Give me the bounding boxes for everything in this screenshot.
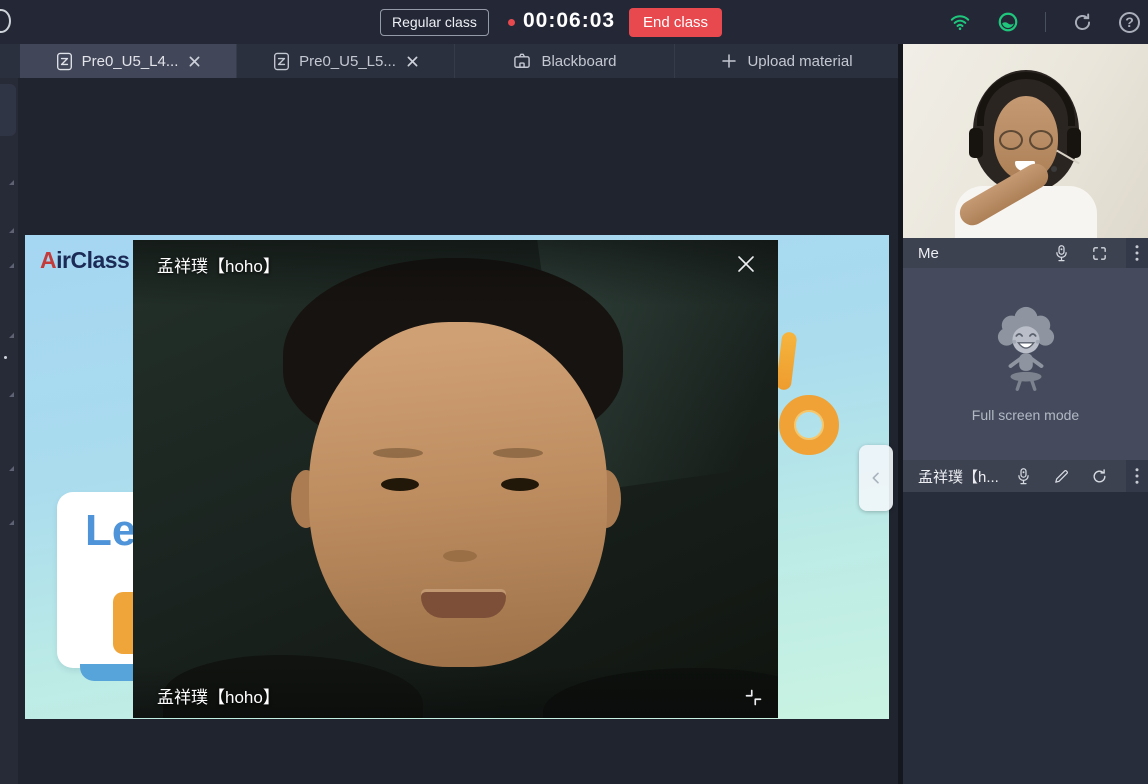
teacher-video	[903, 44, 1148, 238]
student-video-slot: Full screen mode	[903, 268, 1148, 460]
cropped-icon	[0, 9, 11, 33]
me-row-controls	[1053, 244, 1116, 263]
refresh-icon[interactable]	[1091, 468, 1108, 485]
fullscreen-icon[interactable]	[1091, 245, 1108, 262]
top-bar: Regular class 00:06:03 End class	[0, 0, 1148, 44]
exit-fullscreen-icon[interactable]	[743, 687, 764, 708]
tab-bar: Pre0_U5_L4... Pre0_U5_L5...	[0, 44, 898, 78]
active-tool-button[interactable]	[0, 84, 16, 136]
student-eyebrow	[493, 448, 543, 458]
teacher-glasses	[999, 130, 1023, 150]
chevron-left-icon	[868, 470, 884, 486]
wifi-icon	[949, 11, 971, 33]
right-sidebar: Me	[898, 44, 1148, 784]
tabbar-spacer	[0, 44, 20, 78]
headphone-earcup	[969, 128, 983, 158]
courseware-orange-zero	[779, 395, 839, 455]
tab-close-icon[interactable]	[189, 56, 200, 67]
microphone-icon[interactable]	[1053, 244, 1070, 263]
tool-expand-marker	[9, 333, 14, 338]
student-more-menu[interactable]	[1126, 460, 1148, 492]
close-video-icon[interactable]	[734, 252, 758, 276]
student-eyebrow	[373, 448, 423, 458]
tool-expand-marker	[9, 263, 14, 268]
kebab-icon	[1135, 468, 1139, 484]
courseware-card-text: Le	[85, 506, 136, 556]
recording-dot-icon	[508, 19, 515, 26]
student-mouth	[421, 592, 506, 618]
pencil-icon[interactable]	[1053, 468, 1070, 485]
end-class-button[interactable]: End class	[629, 8, 722, 37]
tab-courseware-1[interactable]: Pre0_U5_L4...	[20, 44, 237, 78]
teacher-glasses	[1029, 130, 1053, 150]
student-row: 孟祥璞【h...	[903, 460, 1148, 492]
headphone-band-icon	[977, 72, 1075, 126]
topbar-status-icons: ?	[949, 0, 1140, 44]
upload-material-button[interactable]: Upload material	[675, 44, 898, 78]
student-name-label-top: 孟祥璞【hoho】	[157, 252, 280, 277]
tab-courseware-2[interactable]: Pre0_U5_L5...	[237, 44, 455, 78]
headset-mic-tip	[1051, 166, 1057, 172]
regular-class-button[interactable]: Regular class	[380, 9, 489, 36]
tab-label: Pre0_U5_L5...	[299, 53, 396, 70]
document-icon	[56, 52, 73, 71]
me-row: Me	[903, 238, 1148, 268]
tab-blackboard[interactable]: Blackboard	[455, 44, 675, 78]
tab-label: Upload material	[747, 53, 852, 70]
topbar-divider	[1045, 12, 1046, 32]
network-quality-icon	[997, 11, 1019, 33]
document-icon	[273, 52, 290, 71]
tool-expand-marker	[9, 466, 14, 471]
tool-expand-marker	[9, 520, 14, 525]
help-icon[interactable]: ?	[1119, 12, 1140, 33]
airclass-logo-text: AirClass	[40, 247, 129, 274]
fullscreen-mode-text: Full screen mode	[972, 407, 1079, 423]
tool-expand-marker	[9, 392, 14, 397]
student-name-label: 孟祥璞【h...	[918, 466, 999, 487]
collapse-panel-handle[interactable]	[859, 445, 893, 511]
me-more-menu[interactable]	[1126, 238, 1148, 268]
tab-close-icon[interactable]	[407, 56, 418, 67]
student-row-controls	[1015, 467, 1116, 486]
headphone-earcup	[1067, 128, 1081, 158]
tool-expand-marker	[9, 228, 14, 233]
app-window: Regular class 00:06:03 End class	[0, 0, 1148, 784]
student-eye	[381, 478, 419, 491]
courseware-orange-bar	[776, 331, 798, 390]
blackboard-icon	[512, 51, 532, 71]
tab-label: Blackboard	[541, 53, 616, 70]
tool-color-dot	[4, 356, 7, 359]
student-nose	[443, 550, 477, 562]
student-video-maximized: 孟祥璞【hoho】 孟祥璞【hoho】	[133, 240, 778, 718]
kebab-icon	[1135, 245, 1139, 261]
plus-icon	[720, 52, 738, 70]
drawing-toolbar[interactable]	[0, 78, 18, 784]
tab-label: Pre0_U5_L4...	[82, 53, 179, 70]
student-eye	[501, 478, 539, 491]
student-name-label-bottom: 孟祥璞【hoho】	[157, 683, 280, 708]
sidebar-empty-area	[903, 492, 1148, 784]
tool-expand-marker	[9, 180, 14, 185]
microphone-icon[interactable]	[1015, 467, 1032, 486]
refresh-icon[interactable]	[1072, 12, 1093, 33]
kid-avatar-illustration	[990, 305, 1062, 397]
me-label: Me	[918, 245, 939, 262]
class-timer: 00:06:03	[523, 9, 615, 33]
